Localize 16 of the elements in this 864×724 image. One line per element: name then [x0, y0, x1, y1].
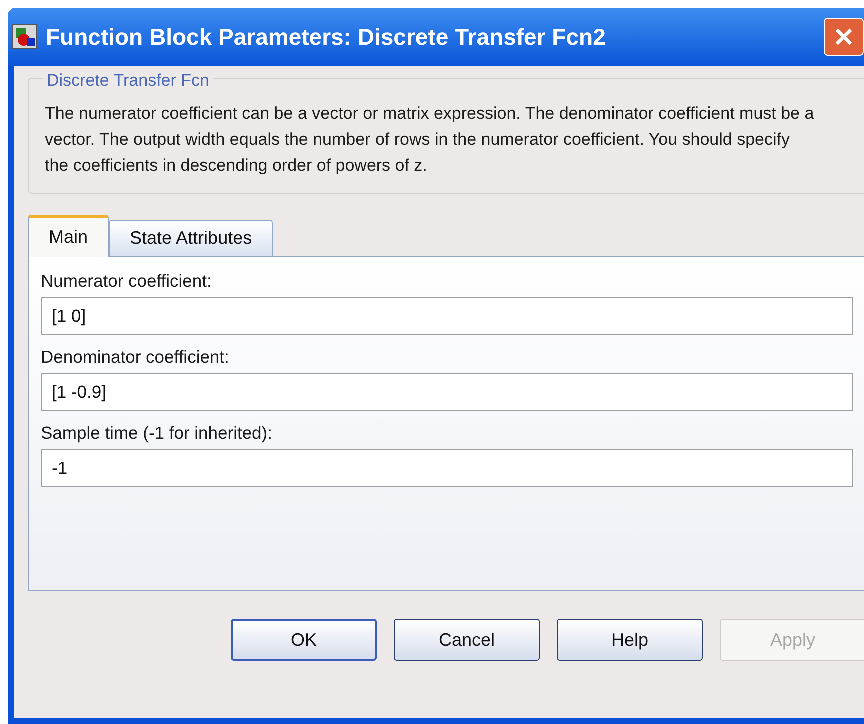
field-label: Denominator coefficient: [41, 346, 230, 369]
input-field[interactable]: [1 -0.9] [41, 373, 853, 411]
field-label: Numerator coefficient: [41, 270, 213, 293]
tab[interactable]: Main [28, 215, 110, 257]
dialog-button[interactable]: OK [231, 619, 377, 661]
block-diagram-icon [12, 24, 38, 50]
dialog-button[interactable]: Help [557, 619, 703, 661]
window-title: Function Block Parameters: Discrete Transfer Fcn2 [46, 22, 606, 52]
input-field[interactable]: -1 [41, 449, 853, 487]
dialog-button[interactable]: Cancel [394, 619, 540, 661]
close-icon [834, 27, 854, 47]
input-field[interactable]: [1 0] [41, 297, 853, 335]
close-button[interactable] [824, 18, 864, 56]
tab[interactable]: State Attributes [109, 220, 274, 256]
description-text: The numerator coefficient can be a vector or matrix expression. The denominator coefficient must be a vector. The output width equals the number of rows in the numerator coefficient. You should specify the coefficients in descending order of powers of z. [45, 103, 815, 177]
field-label: Sample time (-1 for inherited): [41, 422, 274, 445]
